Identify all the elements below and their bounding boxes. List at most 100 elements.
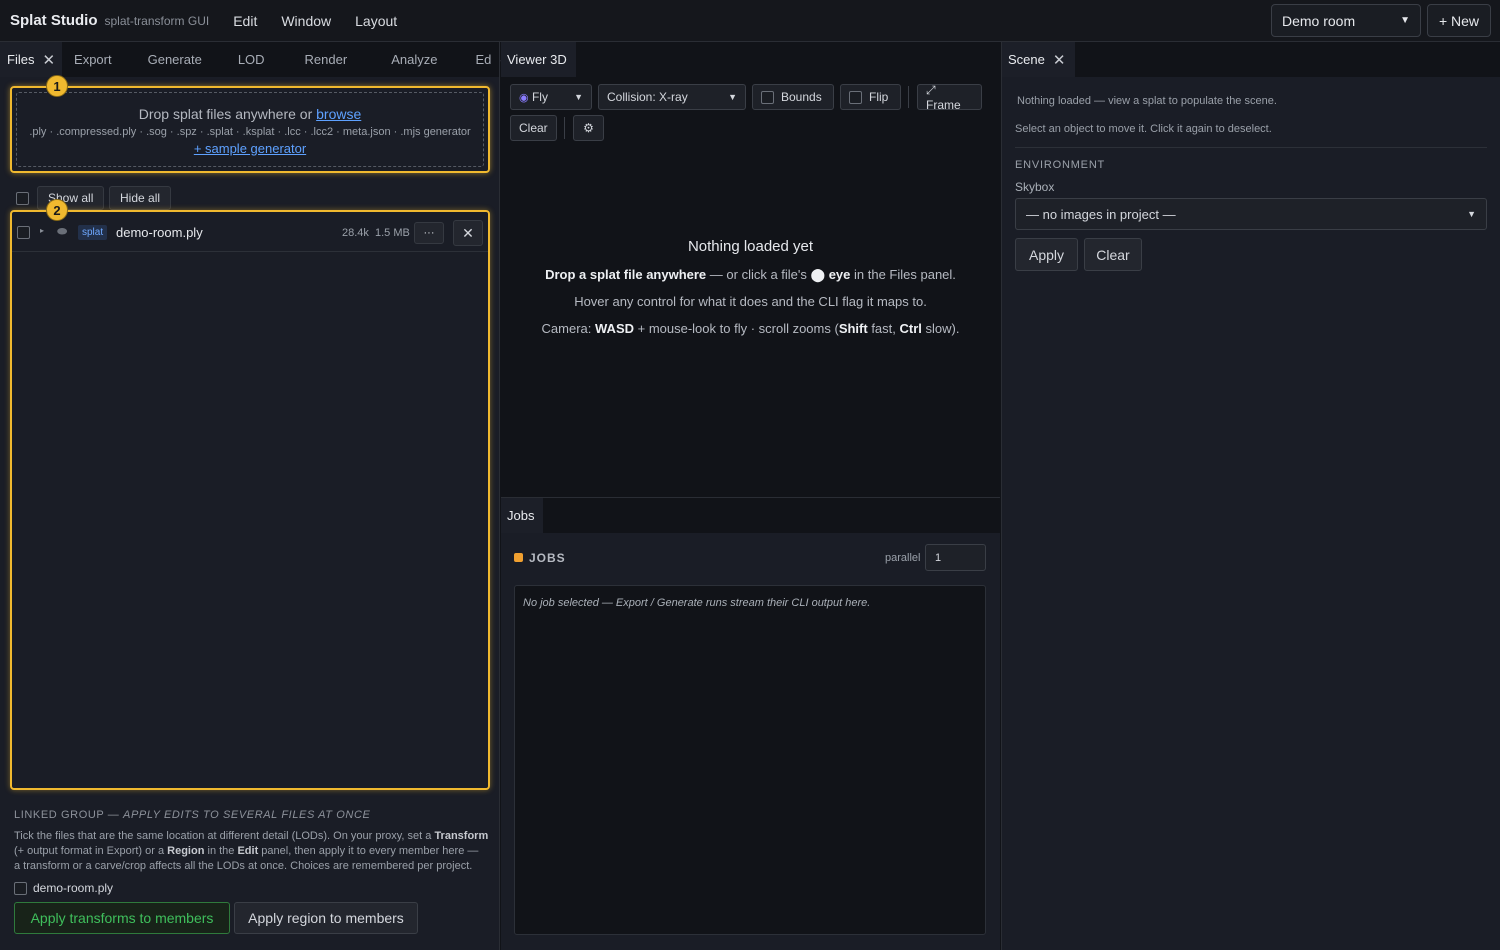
flip-label: Flip xyxy=(869,90,889,104)
eye-icon[interactable]: ⬬ xyxy=(57,224,67,239)
tab-scene-label: Scene xyxy=(1008,52,1045,67)
callout-badge-2: 2 xyxy=(46,199,68,221)
toolbar-divider xyxy=(564,117,565,139)
camera-hint-2: + mouse-look to fly · scroll zooms ( xyxy=(634,321,839,336)
tab-export-label: Export xyxy=(74,52,112,67)
jobs-tabbar: Jobs xyxy=(501,498,1000,533)
bounds-toggle[interactable]: Bounds xyxy=(752,84,834,110)
tab-edit[interactable]: Ed xyxy=(468,42,498,77)
select-all-checkbox[interactable] xyxy=(16,192,29,205)
toolbar-divider xyxy=(908,86,909,108)
linked-title-text: LINKED GROUP — xyxy=(14,809,124,821)
linked-member-checkbox[interactable] xyxy=(14,881,27,895)
bounds-checkbox[interactable] xyxy=(761,90,774,104)
jobs-status-dot xyxy=(514,553,523,562)
file-menu-button[interactable]: ··· xyxy=(414,222,444,244)
chevron-down-icon: ▼ xyxy=(574,92,583,102)
tab-files-label: Files xyxy=(7,52,35,67)
empty-line-2: Hover any control for what it does and t… xyxy=(574,294,927,309)
viewer-panel: Viewer 3D ◉ Fly ▼ Collision: X-ray ▼ Bou… xyxy=(501,42,1000,496)
linked-group-help: Tick the files that are the same locatio… xyxy=(14,829,490,874)
camera-hint-ctrl: Ctrl xyxy=(899,321,922,336)
camera-hint-3: fast, xyxy=(867,321,900,336)
menu-layout[interactable]: Layout xyxy=(355,13,397,29)
clear-viewer-button[interactable]: Clear xyxy=(510,115,557,141)
help-text-3: in the xyxy=(204,845,238,857)
app-subtitle: splat-transform GUI xyxy=(104,13,210,28)
file-checkbox[interactable] xyxy=(17,226,30,239)
camera-hint-1: Camera: xyxy=(541,321,595,336)
collision-select[interactable]: Collision: X-ray ▼ xyxy=(598,84,746,110)
new-project-button[interactable]: + New xyxy=(1427,4,1491,37)
file-row[interactable]: ▸ ⬬ splat demo-room.ply 28.4k 1.5 MB ···… xyxy=(12,212,488,252)
drop-hint-bold: Drop a splat file anywhere xyxy=(545,267,707,282)
eye-hint-bold: eye xyxy=(828,267,851,282)
tab-viewer-3d[interactable]: Viewer 3D xyxy=(501,42,576,77)
viewer-tabbar: Viewer 3D xyxy=(501,42,1000,77)
browse-link[interactable]: browse xyxy=(316,106,361,122)
scene-empty-text: Nothing loaded — view a splat to populat… xyxy=(1017,95,1277,107)
close-icon[interactable]: ✕ xyxy=(1053,51,1066,69)
clear-skybox-button[interactable]: Clear xyxy=(1084,238,1142,271)
scene-tabbar: Scene ✕ xyxy=(1002,42,1500,77)
flip-checkbox[interactable] xyxy=(849,90,862,104)
tab-viewer-label: Viewer 3D xyxy=(507,52,567,67)
help-bold-region: Region xyxy=(167,845,205,857)
camera-hint-wasd: WASD xyxy=(595,321,634,336)
skybox-label: Skybox xyxy=(1015,180,1055,194)
skybox-select[interactable]: — no images in project — ▼ xyxy=(1015,198,1487,230)
empty-heading: Nothing loaded yet xyxy=(687,238,814,255)
chevron-down-icon: ▼ xyxy=(1467,209,1476,219)
tab-scene[interactable]: Scene ✕ xyxy=(1002,42,1076,77)
drop-zone[interactable]: Drop splat files anywhere or browse .ply… xyxy=(10,86,490,173)
help-bold-transform: Transform xyxy=(434,830,489,842)
gear-icon[interactable]: ⚙ xyxy=(573,115,604,141)
help-text-4: panel, then apply it to every member her… xyxy=(258,845,479,857)
tab-analyze-label: Analyze xyxy=(391,52,438,67)
tab-render[interactable]: Render xyxy=(298,42,355,77)
apply-transforms-button[interactable]: Apply transforms to members xyxy=(14,902,230,934)
close-icon[interactable]: ✕ xyxy=(42,51,55,69)
tab-lod[interactable]: LOD xyxy=(231,42,272,77)
menu-edit[interactable]: Edit xyxy=(233,13,257,29)
tab-jobs[interactable]: Jobs xyxy=(501,498,544,533)
file-splat-count: 28.4k xyxy=(342,227,369,239)
jobs-output[interactable]: No job selected — Export / Generate runs… xyxy=(514,585,986,935)
eye-hint-text: in the Files panel. xyxy=(850,267,956,282)
camera-mode-select[interactable]: ◉ Fly ▼ xyxy=(510,84,592,110)
tab-lod-label: LOD xyxy=(237,52,265,67)
drop-hint-text: — or click a file's xyxy=(706,267,811,282)
project-select[interactable]: Demo room ▼ xyxy=(1271,4,1421,37)
camera-hint-4: slow). xyxy=(921,321,960,336)
frame-button[interactable]: ⤢ Frame xyxy=(917,83,982,112)
empty-line-1: Drop a splat file anywhere — or click a … xyxy=(501,267,1000,283)
tab-analyze[interactable]: Analyze xyxy=(384,42,444,77)
hide-all-button[interactable]: Hide all xyxy=(109,186,172,210)
menu-window[interactable]: Window xyxy=(281,13,331,29)
jobs-panel: Jobs JOBS parallel No job selected — Exp… xyxy=(501,497,1000,950)
sample-generator-link[interactable]: + sample generator xyxy=(194,141,306,156)
file-type-tag: splat xyxy=(78,225,108,240)
camera-hint-shift: Shift xyxy=(838,321,868,336)
gamepad-icon: ◉ xyxy=(519,92,529,104)
jobs-title: JOBS xyxy=(529,551,566,565)
menubar: Splat Studio splat-transform GUI Edit Wi… xyxy=(0,0,1500,42)
linked-title-em: APPLY EDITS TO SEVERAL FILES AT ONCE xyxy=(123,809,371,821)
drop-instruction: Drop splat files anywhere or browse xyxy=(17,106,483,122)
file-name: demo-room.ply xyxy=(116,225,203,240)
file-size: 1.5 MB xyxy=(375,227,410,239)
apply-skybox-button[interactable]: Apply xyxy=(1015,238,1078,271)
remove-file-button[interactable]: ✕ xyxy=(453,220,483,246)
tab-files[interactable]: Files ✕ xyxy=(0,42,63,77)
flip-toggle[interactable]: Flip xyxy=(840,84,901,110)
drop-prefix: Drop splat files anywhere or xyxy=(138,106,317,122)
help-text-1: Tick the files that are the same locatio… xyxy=(14,830,435,842)
apply-region-button[interactable]: Apply region to members xyxy=(234,902,418,934)
parallel-input[interactable] xyxy=(925,544,986,571)
tab-generate[interactable]: Generate xyxy=(141,42,209,77)
files-tabbar: Files ✕ Export Generate LOD Render Analy… xyxy=(0,42,517,77)
linked-member-name: demo-room.ply xyxy=(33,881,114,895)
chevron-down-icon: ▼ xyxy=(1400,15,1410,26)
expand-caret-icon[interactable]: ▸ xyxy=(40,226,44,235)
tab-export[interactable]: Export xyxy=(67,42,119,77)
